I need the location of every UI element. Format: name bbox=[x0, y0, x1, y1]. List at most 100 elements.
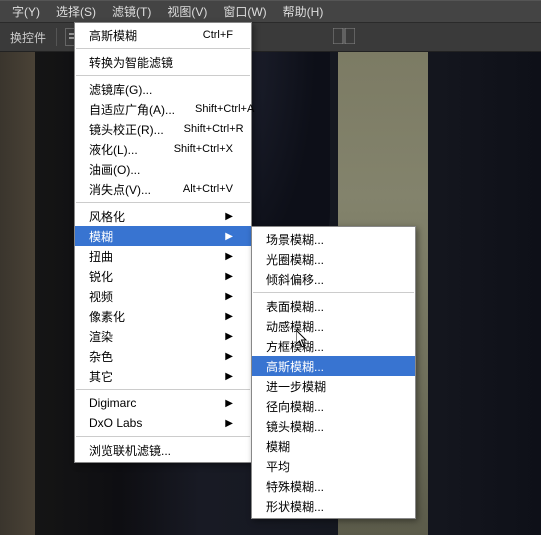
blur-item-1-0[interactable]: 表面模糊... bbox=[252, 296, 415, 316]
menu-item-label: Digimarc bbox=[89, 396, 225, 410]
menu-type[interactable]: 字(Y) bbox=[4, 1, 48, 22]
menu-item-label: 进一步模糊 bbox=[266, 378, 397, 395]
submenu-arrow-icon: ▶ bbox=[225, 291, 233, 302]
menu-item-label: 锐化 bbox=[89, 268, 225, 285]
filter-item-1-6[interactable]: 渲染▶ bbox=[75, 326, 251, 346]
menu-view[interactable]: 视图(V) bbox=[159, 1, 215, 22]
blur-item-1-4[interactable]: 进一步模糊 bbox=[252, 376, 415, 396]
submenu-arrow-icon: ▶ bbox=[225, 211, 233, 222]
blur-submenu: 场景模糊... 光圈模糊... 倾斜偏移... 表面模糊... 动感模糊... 方框模糊.… bbox=[251, 226, 416, 519]
menu-item-label: 模糊 bbox=[266, 438, 397, 455]
submenu-arrow-icon: ▶ bbox=[225, 271, 233, 282]
submenu-arrow-icon: ▶ bbox=[225, 398, 233, 409]
menu-shortcut: Shift+Ctrl+R bbox=[184, 123, 244, 135]
filter-item-1-8[interactable]: 其它▶ bbox=[75, 366, 251, 386]
blur-item-1-8[interactable]: 平均 bbox=[252, 456, 415, 476]
toolbar-label: 换控件 bbox=[4, 29, 52, 46]
blur-item-1-7[interactable]: 模糊 bbox=[252, 436, 415, 456]
filter-item-1-4[interactable]: 视频▶ bbox=[75, 286, 251, 306]
menu-item-label: 模糊 bbox=[89, 228, 225, 245]
menu-item-label: 动感模糊... bbox=[266, 318, 397, 335]
menu-item-label: 高斯模糊... bbox=[266, 358, 397, 375]
menu-item-label: 镜头校正(R)... bbox=[89, 121, 164, 138]
menu-item-label: 滤镜库(G)... bbox=[89, 81, 233, 98]
menu-separator bbox=[76, 389, 250, 390]
menu-separator bbox=[76, 75, 250, 76]
toolbar-divider bbox=[56, 28, 57, 46]
menu-item-label: 高斯模糊 bbox=[89, 27, 183, 44]
menu-item-label: DxO Labs bbox=[89, 416, 225, 430]
filter-item-1-1[interactable]: 模糊▶ bbox=[75, 226, 251, 246]
submenu-arrow-icon: ▶ bbox=[225, 251, 233, 262]
filter-item-1-3[interactable]: 锐化▶ bbox=[75, 266, 251, 286]
filter-item-1-7[interactable]: 杂色▶ bbox=[75, 346, 251, 366]
menu-item-label: 倾斜偏移... bbox=[266, 271, 397, 288]
filter-item-0-4[interactable]: 油画(O)... bbox=[75, 159, 251, 179]
filter-item-0-1[interactable]: 自适应广角(A)... Shift+Ctrl+A bbox=[75, 99, 251, 119]
menu-item-label: 消失点(V)... bbox=[89, 181, 163, 198]
blur-item-1-10[interactable]: 形状模糊... bbox=[252, 496, 415, 516]
filter-item-2-1[interactable]: DxO Labs▶ bbox=[75, 413, 251, 433]
menu-item-label: 方框模糊... bbox=[266, 338, 397, 355]
filter-item-0-0[interactable]: 滤镜库(G)... bbox=[75, 79, 251, 99]
submenu-arrow-icon: ▶ bbox=[225, 418, 233, 429]
submenu-arrow-icon: ▶ bbox=[225, 371, 233, 382]
filter-item-0-3[interactable]: 液化(L)... Shift+Ctrl+X bbox=[75, 139, 251, 159]
menu-item-label: 视频 bbox=[89, 288, 225, 305]
menu-item-label: 形状模糊... bbox=[266, 498, 397, 515]
menu-item-label: 扭曲 bbox=[89, 248, 225, 265]
blur-item-1-9[interactable]: 特殊模糊... bbox=[252, 476, 415, 496]
main-menubar: 字(Y) 选择(S) 滤镜(T) 视图(V) 窗口(W) 帮助(H) bbox=[0, 0, 541, 22]
menu-item-label: 像素化 bbox=[89, 308, 225, 325]
filter-convert-smart[interactable]: 转换为智能滤镜 bbox=[75, 52, 251, 72]
menu-item-label: 浏览联机滤镜... bbox=[89, 442, 233, 459]
menu-item-label: 表面模糊... bbox=[266, 298, 397, 315]
menu-shortcut: Ctrl+F bbox=[203, 29, 233, 41]
menu-item-label: 液化(L)... bbox=[89, 141, 154, 158]
menu-item-label: 场景模糊... bbox=[266, 231, 397, 248]
filter-last[interactable]: 高斯模糊 Ctrl+F bbox=[75, 25, 251, 45]
blur-item-1-3[interactable]: 高斯模糊... bbox=[252, 356, 415, 376]
blur-item-1-2[interactable]: 方框模糊... bbox=[252, 336, 415, 356]
menu-item-label: 径向模糊... bbox=[266, 398, 397, 415]
menu-item-label: 风格化 bbox=[89, 208, 225, 225]
submenu-arrow-icon: ▶ bbox=[225, 231, 233, 242]
blur-item-0-1[interactable]: 光圈模糊... bbox=[252, 249, 415, 269]
menu-item-label: 镜头模糊... bbox=[266, 418, 397, 435]
menu-separator bbox=[76, 202, 250, 203]
filter-item-1-5[interactable]: 像素化▶ bbox=[75, 306, 251, 326]
blur-item-1-5[interactable]: 径向模糊... bbox=[252, 396, 415, 416]
menu-separator bbox=[76, 436, 250, 437]
menu-separator bbox=[253, 292, 414, 293]
menu-item-label: 转换为智能滤镜 bbox=[89, 54, 233, 71]
filter-item-3-0[interactable]: 浏览联机滤镜... bbox=[75, 440, 251, 460]
filter-item-1-2[interactable]: 扭曲▶ bbox=[75, 246, 251, 266]
filter-item-0-2[interactable]: 镜头校正(R)... Shift+Ctrl+R bbox=[75, 119, 251, 139]
menu-shortcut: Shift+Ctrl+A bbox=[195, 103, 254, 115]
panel-layout-icon[interactable] bbox=[333, 28, 355, 46]
blur-item-0-2[interactable]: 倾斜偏移... bbox=[252, 269, 415, 289]
menu-item-label: 其它 bbox=[89, 368, 225, 385]
filter-dropdown: 高斯模糊 Ctrl+F 转换为智能滤镜滤镜库(G)... 自适应广角(A)... Shi… bbox=[74, 22, 252, 463]
filter-item-2-0[interactable]: Digimarc▶ bbox=[75, 393, 251, 413]
blur-item-1-1[interactable]: 动感模糊... bbox=[252, 316, 415, 336]
menu-select[interactable]: 选择(S) bbox=[48, 1, 104, 22]
menu-item-label: 特殊模糊... bbox=[266, 478, 397, 495]
blur-item-0-0[interactable]: 场景模糊... bbox=[252, 229, 415, 249]
menu-filter[interactable]: 滤镜(T) bbox=[104, 1, 159, 22]
menu-help[interactable]: 帮助(H) bbox=[275, 1, 332, 22]
menu-item-label: 自适应广角(A)... bbox=[89, 101, 175, 118]
menu-item-label: 油画(O)... bbox=[89, 161, 233, 178]
menu-item-label: 光圈模糊... bbox=[266, 251, 397, 268]
blur-item-1-6[interactable]: 镜头模糊... bbox=[252, 416, 415, 436]
filter-item-1-0[interactable]: 风格化▶ bbox=[75, 206, 251, 226]
submenu-arrow-icon: ▶ bbox=[225, 311, 233, 322]
menu-separator bbox=[76, 48, 250, 49]
menu-item-label: 杂色 bbox=[89, 348, 225, 365]
menu-item-label: 渲染 bbox=[89, 328, 225, 345]
menu-shortcut: Alt+Ctrl+V bbox=[183, 183, 233, 195]
filter-item-0-5[interactable]: 消失点(V)... Alt+Ctrl+V bbox=[75, 179, 251, 199]
menu-shortcut: Shift+Ctrl+X bbox=[174, 143, 233, 155]
submenu-arrow-icon: ▶ bbox=[225, 351, 233, 362]
menu-window[interactable]: 窗口(W) bbox=[215, 1, 274, 22]
